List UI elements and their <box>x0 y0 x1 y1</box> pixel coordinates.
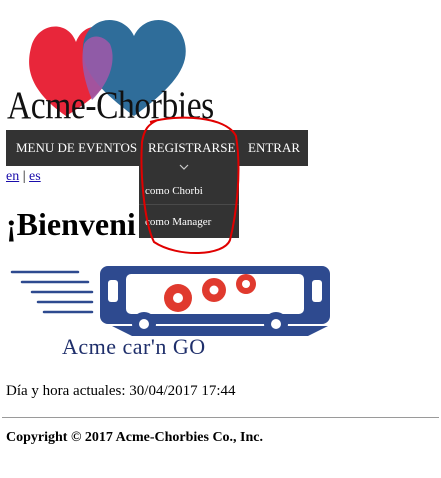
speed-lines-shape <box>10 270 94 314</box>
menu-registrarse[interactable]: REGISTRARSE <box>148 130 235 166</box>
menu-eventos[interactable]: MENU DE EVENTOS <box>16 130 137 166</box>
welcome-heading: ¡Bienveni <box>6 206 136 242</box>
dropdown-como-chorbi[interactable]: como Chorbi <box>139 174 239 208</box>
main-menu: MENU DE EVENTOS REGISTRARSE ENTRAR <box>6 130 308 166</box>
dropdown-como-manager[interactable]: como Manager <box>139 204 239 238</box>
lang-en-link[interactable]: en <box>6 169 19 184</box>
current-datetime: Día y hora actuales: 30/04/2017 17:44 <box>6 383 236 399</box>
menu-entrar[interactable]: ENTRAR <box>248 130 300 166</box>
brand-name: Acme-Chorbies <box>7 84 214 127</box>
registrarse-dropdown: como Chorbi como Manager <box>139 166 239 238</box>
footer-divider <box>2 417 439 418</box>
lang-es-link[interactable]: es <box>29 169 41 184</box>
lang-separator: | <box>22 169 26 184</box>
chevron-down-icon <box>179 164 189 170</box>
copyright-text: Copyright © 2017 Acme-Chorbies Co., Inc. <box>6 430 264 445</box>
language-switcher: en | es <box>6 169 41 185</box>
banner-caption: Acme car'n GO <box>62 334 206 359</box>
